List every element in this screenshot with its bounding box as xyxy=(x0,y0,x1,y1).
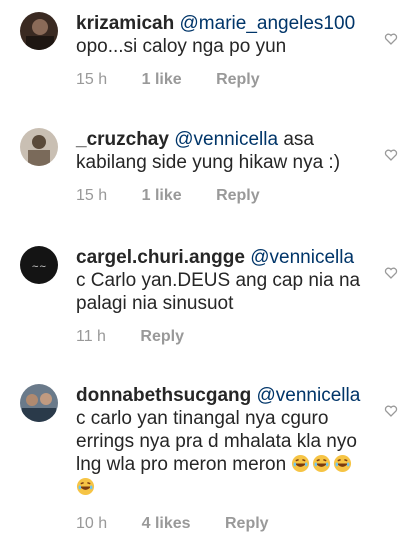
comment-text: _cruzchay @vennicella asa kabilang side … xyxy=(76,128,376,174)
heart-outline-icon[interactable] xyxy=(384,32,398,46)
comment-text: cargel.churi.angge @vennicella c Carlo y… xyxy=(76,246,376,315)
comment-time: 10 h xyxy=(76,515,108,532)
comment-meta: 15 h 1 like Reply xyxy=(76,71,290,89)
reply-button[interactable]: Reply xyxy=(140,328,184,345)
comment-body: errings nya pra d mhalata kla nyo xyxy=(76,431,357,452)
comment-meta: 15 h 1 like Reply xyxy=(76,187,290,205)
comment-body: c Carlo yan.DEUS ang cap nia na xyxy=(76,270,361,291)
comment-text: donnabethsucgang @vennicella c carlo yan… xyxy=(76,384,376,499)
heart-outline-icon[interactable] xyxy=(384,148,398,162)
comment-mention[interactable]: @vennicella xyxy=(257,385,361,406)
comment-body: palagi nia sinusuot xyxy=(76,293,234,314)
avatar[interactable] xyxy=(20,128,58,166)
avatar[interactable]: ~~ xyxy=(20,246,58,284)
comment-mention[interactable]: @vennicella xyxy=(174,129,278,150)
comment-likes[interactable]: 4 likes xyxy=(142,515,191,532)
svg-text:~~: ~~ xyxy=(31,262,46,272)
comment-body: lng wla pro meron meron xyxy=(76,454,287,475)
comment-username[interactable]: donnabethsucgang xyxy=(76,385,251,406)
comment-meta: 10 h 4 likes Reply xyxy=(76,515,299,533)
comment-body: kabilang side yung hikaw nya :) xyxy=(76,152,341,173)
comment-body: c carlo yan tinangal nya cguro xyxy=(76,408,329,429)
laughing-emoji-icon xyxy=(76,477,97,498)
comment-time: 15 h xyxy=(76,71,108,88)
comment-meta: 11 h Reply xyxy=(76,328,214,346)
comment-likes[interactable]: 1 like xyxy=(142,187,182,204)
comment-body: opo...si caloy nga po yun xyxy=(76,36,287,57)
comment-mention[interactable]: @marie_angeles100 xyxy=(180,13,356,34)
comment-likes[interactable]: 1 like xyxy=(142,71,182,88)
reply-button[interactable]: Reply xyxy=(216,71,260,88)
comment-username[interactable]: _cruzchay xyxy=(76,129,169,150)
comment-username[interactable]: cargel.churi.angge xyxy=(76,247,245,268)
avatar[interactable] xyxy=(20,12,58,50)
comment-time: 15 h xyxy=(76,187,108,204)
comment-text: krizamicah @marie_angeles100 opo...si ca… xyxy=(76,12,376,58)
reply-button[interactable]: Reply xyxy=(216,187,260,204)
heart-outline-icon[interactable] xyxy=(384,266,398,280)
avatar[interactable] xyxy=(20,384,58,422)
heart-outline-icon[interactable] xyxy=(384,404,398,418)
reply-button[interactable]: Reply xyxy=(225,515,269,532)
comment-body: asa xyxy=(283,129,314,150)
comment-time: 11 h xyxy=(76,328,106,345)
laughing-emoji-icon xyxy=(291,454,354,475)
comment-mention[interactable]: @vennicella xyxy=(250,247,354,268)
comment-username[interactable]: krizamicah xyxy=(76,13,174,34)
